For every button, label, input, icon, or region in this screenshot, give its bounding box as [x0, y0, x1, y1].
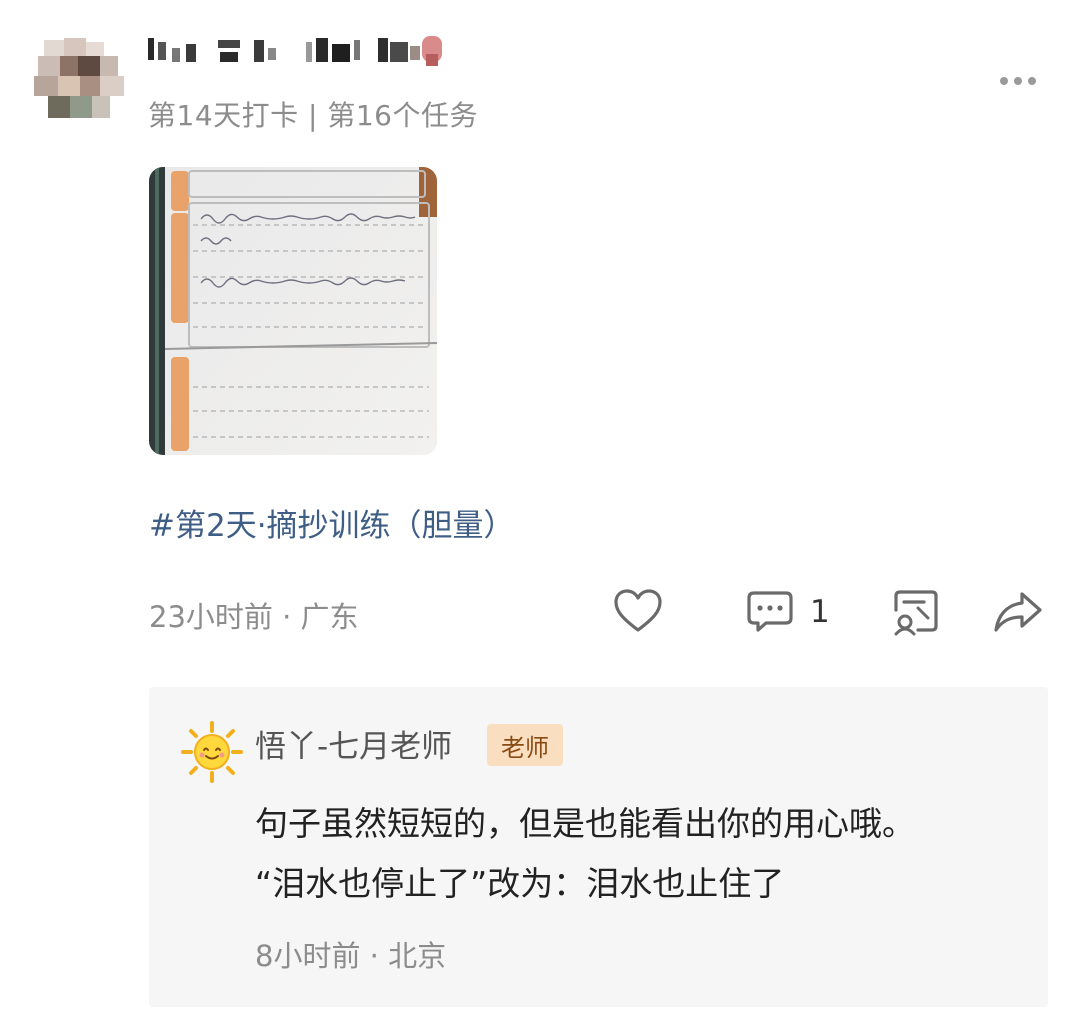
topic-tag[interactable]: #第2天·摘抄训练（胆量）: [149, 500, 515, 545]
reply-text-line2: “泪水也停止了”改为：泪水也止住了: [255, 864, 785, 903]
share-icon: [994, 592, 1042, 632]
share-button[interactable]: [992, 586, 1044, 638]
comment-count: 1: [810, 594, 830, 630]
reply-card: 悟丫-七月老师 老师 句子虽然短短的，但是也能看出你的用心哦。 “泪水也停止了”…: [149, 687, 1048, 1007]
more-options-button[interactable]: [996, 72, 1040, 90]
comment-button[interactable]: 1: [744, 586, 830, 638]
checkin-info: 第14天打卡 | 第16个任务: [148, 99, 478, 132]
author-avatar[interactable]: [30, 34, 128, 126]
author-name-blurred[interactable]: [146, 34, 466, 74]
teacher-name[interactable]: 悟丫-七月老师: [255, 721, 452, 766]
post-time-location: 23小时前 · 广东: [149, 600, 359, 634]
teacher-avatar[interactable]: [181, 721, 243, 783]
heart-icon: [614, 589, 662, 632]
teacher-badge: 老师: [487, 724, 563, 766]
comment-icon: [747, 591, 793, 632]
collect-icon: [894, 590, 938, 636]
more-dots-icon: [1000, 77, 1008, 85]
post-photo[interactable]: [149, 167, 437, 455]
reply-text-line1: 句子虽然短短的，但是也能看出你的用心哦。: [255, 804, 915, 843]
like-button[interactable]: [612, 586, 664, 638]
collect-button[interactable]: [890, 586, 942, 638]
reply-time-location: 8小时前 · 北京: [255, 939, 447, 973]
sun-icon: [181, 721, 243, 783]
